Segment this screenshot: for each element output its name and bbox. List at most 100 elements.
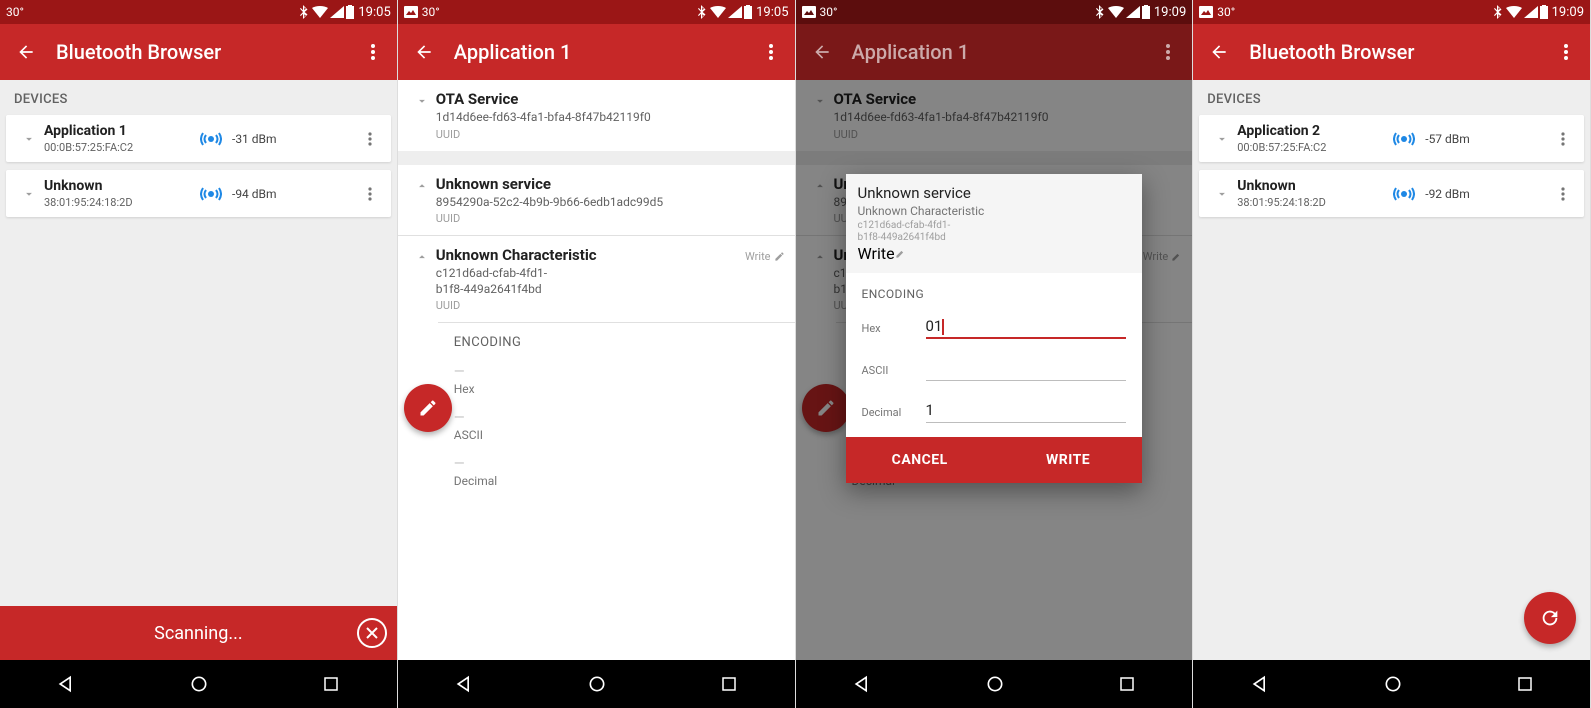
navbar bbox=[796, 660, 1193, 708]
nav-recent[interactable] bbox=[1516, 675, 1534, 693]
overflow-menu[interactable] bbox=[357, 36, 389, 68]
device-mac: 00:0B:57:25:FA:C2 bbox=[44, 141, 194, 154]
status-bar: 30° 19:05 bbox=[0, 0, 397, 24]
nav-back[interactable] bbox=[56, 674, 76, 694]
appbar: Bluetooth Browser bbox=[1193, 24, 1590, 80]
screen-1: 30° 19:05 Bluetooth Browser DEVICES Appl… bbox=[0, 0, 398, 708]
screen-2: 30° 19:05 Application 1 OTA Service 1d14… bbox=[398, 0, 796, 708]
write-action[interactable]: Write bbox=[745, 250, 784, 263]
characteristic-row[interactable]: Unknown Characteristic c121d6ad-cfab-4fd… bbox=[398, 236, 795, 322]
appbar-title: Bluetooth Browser bbox=[1249, 40, 1550, 64]
characteristic-uuid: c121d6ad-cfab-4fd1-b1f8-449a2641f4bd bbox=[436, 266, 616, 297]
write-button[interactable]: WRITE bbox=[994, 437, 1142, 483]
device-row[interactable]: Application 2 00:0B:57:25:FA:C2 -57 dBm bbox=[1199, 115, 1584, 162]
encoding-decimal: —Decimal bbox=[398, 448, 795, 494]
uuid-label: UUID bbox=[436, 128, 783, 141]
appbar: Bluetooth Browser bbox=[0, 24, 397, 80]
chevron-down-icon bbox=[408, 90, 436, 141]
appbar: Application 1 bbox=[398, 24, 795, 80]
wifi-icon bbox=[312, 6, 328, 18]
device-rssi: -94 dBm bbox=[232, 187, 277, 201]
write-action[interactable]: Write bbox=[858, 244, 1131, 263]
device-overflow[interactable] bbox=[1548, 132, 1578, 146]
device-name: Application 1 bbox=[44, 123, 194, 139]
nav-home[interactable] bbox=[587, 674, 607, 694]
characteristic-name: Unknown Characteristic bbox=[436, 246, 783, 264]
devices-label: DEVICES bbox=[0, 80, 397, 115]
bluetooth-icon bbox=[1096, 5, 1106, 19]
device-row[interactable]: Unknown 38:01:95:24:18:2D -92 dBm bbox=[1199, 170, 1584, 217]
hex-input[interactable]: 01 bbox=[926, 317, 1127, 339]
device-overflow[interactable] bbox=[1548, 187, 1578, 201]
hex-field-row: Hex 01 bbox=[862, 317, 1127, 339]
devices-label: DEVICES bbox=[1193, 80, 1590, 115]
device-row[interactable]: Unknown 38:01:95:24:18:2D -94 dBm bbox=[6, 170, 391, 217]
chevron-down-icon bbox=[1207, 187, 1237, 201]
dialog-uuid: c121d6ad-cfab-4fd1-b1f8-449a2641f4bd bbox=[858, 220, 1131, 244]
signal-strength-icon bbox=[1387, 130, 1421, 148]
bluetooth-icon bbox=[300, 5, 310, 19]
content: DEVICES Application 1 00:0B:57:25:FA:C2 … bbox=[0, 80, 397, 660]
dialog-header: Unknown service Unknown Characteristic c… bbox=[846, 174, 1143, 273]
stop-scan-button[interactable] bbox=[357, 618, 387, 648]
navbar bbox=[0, 660, 397, 708]
encoding-ascii: —ASCII bbox=[398, 402, 795, 448]
service-row[interactable]: Unknown service 8954290a-52c2-4b9b-9b66-… bbox=[398, 165, 795, 236]
signal-strength-icon bbox=[194, 185, 228, 203]
image-icon bbox=[404, 6, 418, 18]
overflow-menu[interactable] bbox=[755, 36, 787, 68]
nav-back[interactable] bbox=[454, 674, 474, 694]
nav-home[interactable] bbox=[189, 674, 209, 694]
scanning-label: Scanning... bbox=[154, 623, 242, 644]
refresh-icon bbox=[1539, 607, 1561, 629]
service-name: Unknown service bbox=[436, 175, 783, 193]
content: OTA Service 1d14d6ee-fd63-4fa1-bfa4-8f47… bbox=[796, 80, 1193, 660]
back-button[interactable] bbox=[12, 42, 40, 62]
encoding-label: ENCODING bbox=[862, 287, 1127, 301]
nav-home[interactable] bbox=[985, 674, 1005, 694]
device-rssi: -31 dBm bbox=[232, 132, 277, 146]
service-name: OTA Service bbox=[436, 90, 783, 108]
nav-recent[interactable] bbox=[322, 675, 340, 693]
cancel-button[interactable]: CANCEL bbox=[846, 437, 994, 483]
image-icon bbox=[802, 6, 816, 18]
bluetooth-icon bbox=[698, 5, 708, 19]
device-mac: 38:01:95:24:18:2D bbox=[44, 196, 194, 209]
battery-icon bbox=[346, 5, 354, 19]
content: OTA Service 1d14d6ee-fd63-4fa1-bfa4-8f47… bbox=[398, 80, 795, 660]
nav-home[interactable] bbox=[1383, 674, 1403, 694]
temperature: 30° bbox=[422, 5, 440, 19]
device-rssi: -57 dBm bbox=[1425, 132, 1470, 146]
refresh-fab[interactable] bbox=[1524, 592, 1576, 644]
nav-back[interactable] bbox=[1250, 674, 1270, 694]
wifi-icon bbox=[710, 6, 726, 18]
status-bar: 30° 19:05 bbox=[398, 0, 795, 24]
appbar: Application 1 bbox=[796, 24, 1193, 80]
ascii-input[interactable] bbox=[926, 359, 1127, 381]
device-overflow[interactable] bbox=[355, 132, 385, 146]
service-row[interactable]: OTA Service 1d14d6ee-fd63-4fa1-bfa4-8f47… bbox=[398, 80, 795, 151]
pencil-icon bbox=[418, 398, 438, 418]
temperature: 30° bbox=[1217, 5, 1235, 19]
temperature: 30° bbox=[820, 5, 838, 19]
nav-recent[interactable] bbox=[1118, 675, 1136, 693]
pencil-icon bbox=[895, 248, 906, 259]
dialog-service: Unknown service bbox=[858, 184, 1131, 202]
device-rssi: -92 dBm bbox=[1425, 187, 1470, 201]
overflow-menu[interactable] bbox=[1550, 36, 1582, 68]
nav-recent[interactable] bbox=[720, 675, 738, 693]
device-mac: 38:01:95:24:18:2D bbox=[1237, 196, 1387, 209]
nav-back[interactable] bbox=[852, 674, 872, 694]
decimal-input[interactable]: 1 bbox=[926, 401, 1127, 423]
device-overflow[interactable] bbox=[355, 187, 385, 201]
device-row[interactable]: Application 1 00:0B:57:25:FA:C2 -31 dBm bbox=[6, 115, 391, 162]
back-button[interactable] bbox=[410, 42, 438, 62]
screen-4: 30° 19:09 Bluetooth Browser DEVICES Appl… bbox=[1193, 0, 1591, 708]
chevron-up-icon bbox=[408, 175, 436, 226]
back-button[interactable] bbox=[1205, 42, 1233, 62]
signal-icon bbox=[1524, 6, 1538, 18]
content: DEVICES Application 2 00:0B:57:25:FA:C2 … bbox=[1193, 80, 1590, 660]
device-name: Unknown bbox=[1237, 178, 1387, 194]
edit-fab[interactable] bbox=[404, 384, 452, 432]
image-icon bbox=[1199, 6, 1213, 18]
